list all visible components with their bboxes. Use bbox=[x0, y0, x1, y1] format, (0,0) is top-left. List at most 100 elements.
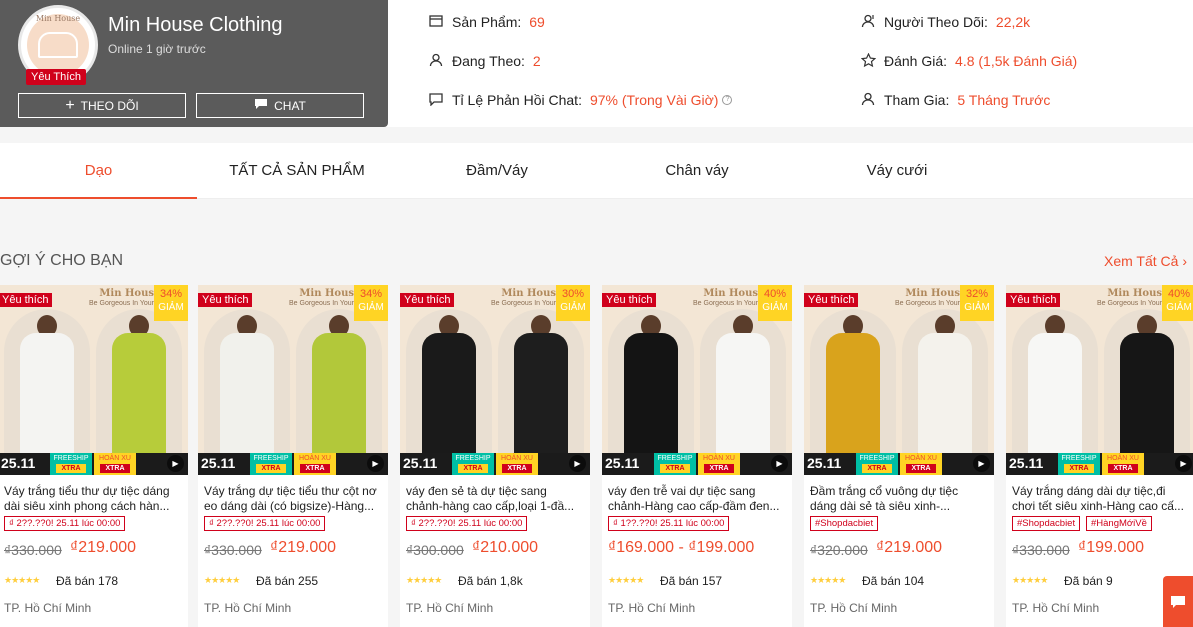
stat-chat-value: 97% (Trong Vài Giờ) bbox=[589, 92, 719, 108]
product-card[interactable]: Min Hous Be Gorgeous In Your Yêu thích 3… bbox=[400, 285, 590, 627]
product-name[interactable]: Váy trắng dáng dài dự tiệc,đi chơi tết s… bbox=[1012, 484, 1190, 514]
see-all-link[interactable]: Xem Tất Cả › bbox=[1104, 253, 1187, 269]
chat-button[interactable]: CHAT bbox=[196, 93, 364, 118]
tab-chan-vay[interactable]: Chân váy bbox=[597, 143, 797, 199]
discount-badge: 32% GIẢM bbox=[960, 285, 994, 321]
discount-text: GIẢM bbox=[964, 302, 990, 313]
rating-stars-icon: ★★★★★ bbox=[608, 575, 644, 585]
promo-date: 25.11 bbox=[201, 455, 236, 471]
discount-badge: 40% GIẢM bbox=[1162, 285, 1193, 321]
stat-followers-value: 22,2k bbox=[995, 14, 1031, 30]
section-title: GỢI Ý CHO BẠN bbox=[0, 252, 124, 269]
tab-all-products[interactable]: TẤT CẢ SẢN PHẨM bbox=[197, 143, 397, 199]
product-image[interactable]: Min Hous Be Gorgeous In Your Yêu thích 3… bbox=[400, 285, 590, 475]
product-tag: ₫ 2??.??0! 25.11 lúc 00:00 bbox=[204, 516, 326, 531]
hoanxu-badge: HOÀN XU XTRA bbox=[1102, 453, 1144, 475]
promo-strip: 25.11 FREESHIP XTRA HOÀN XU XTRA bbox=[602, 453, 792, 475]
play-icon[interactable]: ▶ bbox=[167, 455, 184, 472]
xtra-text: XTRA bbox=[56, 464, 86, 473]
play-icon[interactable]: ▶ bbox=[367, 455, 384, 472]
freeship-badge: FREESHIP XTRA bbox=[250, 453, 292, 475]
freeship-text: FREESHIP bbox=[455, 455, 491, 462]
freeship-text: FREESHIP bbox=[657, 455, 693, 462]
stat-products-value: 69 bbox=[529, 14, 545, 30]
tab-vay-cuoi[interactable]: Váy cưới bbox=[797, 143, 997, 199]
freeship-text: FREESHIP bbox=[1061, 455, 1097, 462]
price-current: ₫219.000 bbox=[270, 539, 337, 556]
discount-value: 34% bbox=[159, 288, 183, 300]
discount-badge: 40% GIẢM bbox=[758, 285, 792, 321]
play-icon[interactable]: ▶ bbox=[569, 455, 586, 472]
hoanxu-text: HOÀN XU bbox=[501, 455, 533, 462]
tab-dam-vay[interactable]: Đầm/Váy bbox=[397, 143, 597, 199]
discount-text: GIẢM bbox=[158, 302, 184, 313]
product-card[interactable]: Min Hous Be Gorgeous In Your Yêu thích 3… bbox=[804, 285, 994, 627]
play-icon[interactable]: ▶ bbox=[1175, 455, 1192, 472]
xtra-text: XTRA bbox=[1108, 464, 1138, 473]
stat-joined-label: Tham Gia: bbox=[884, 92, 950, 108]
favorite-label: Yêu thích bbox=[1006, 293, 1061, 307]
discount-badge: 34% GIẢM bbox=[154, 285, 188, 321]
discount-text: GIẢM bbox=[358, 302, 384, 313]
product-name[interactable]: Váy trắng dự tiệc tiểu thư cột nơ eo dán… bbox=[204, 484, 382, 514]
chat-fab[interactable] bbox=[1163, 576, 1193, 627]
brand-watermark: Min Hous bbox=[501, 288, 556, 299]
shop-icon bbox=[428, 14, 444, 30]
price-current: ₫169.000 - ₫199.000 bbox=[608, 539, 755, 556]
follow-label: THEO DÕI bbox=[80, 98, 139, 113]
dress-shape bbox=[1028, 333, 1082, 459]
product-image[interactable]: Min Hous Be Gorgeous In Your Yêu thích 4… bbox=[602, 285, 792, 475]
product-name[interactable]: váy đen trễ vai dự tiệc sang chảnh-Hàng … bbox=[608, 484, 786, 514]
help-icon[interactable]: ? bbox=[722, 95, 733, 105]
price-current: ₫210.000 bbox=[472, 539, 539, 556]
see-all-label: Xem Tất Cả bbox=[1104, 253, 1179, 269]
hoanxu-badge: HOÀN XU XTRA bbox=[900, 453, 942, 475]
chat-label: CHAT bbox=[274, 98, 306, 113]
chat-bubble-icon bbox=[254, 98, 268, 113]
sold-count: Đã bán 9 bbox=[1064, 574, 1113, 588]
xtra-text: XTRA bbox=[1064, 464, 1094, 473]
dress-shape bbox=[1120, 333, 1174, 459]
product-name[interactable]: váy đen sẻ tà dự tiệc sang chảnh-hàng ca… bbox=[406, 484, 584, 514]
shop-online-status: Online 1 giờ trước bbox=[108, 42, 206, 56]
dress-shape bbox=[312, 333, 366, 459]
hoanxu-badge: HOÀN XU XTRA bbox=[496, 453, 538, 475]
promo-strip: 25.11 FREESHIP XTRA HOÀN XU XTRA bbox=[1006, 453, 1193, 475]
favorite-badge: Yêu Thích bbox=[26, 69, 86, 85]
play-icon[interactable]: ▶ bbox=[771, 455, 788, 472]
product-name[interactable]: Váy trắng tiểu thư dự tiệc dáng dài siêu… bbox=[4, 484, 182, 514]
play-icon[interactable]: ▶ bbox=[973, 455, 990, 472]
discount-badge: 30% GIẢM bbox=[556, 285, 590, 321]
xtra-text: XTRA bbox=[704, 464, 734, 473]
sold-count: Đã bán 255 bbox=[256, 574, 319, 588]
price-original: ₫330.000 bbox=[1012, 542, 1070, 558]
tab-dao[interactable]: Dạo bbox=[0, 143, 197, 199]
product-image[interactable]: Min Hous Be Gorgeous In Your Yêu thích 3… bbox=[0, 285, 188, 475]
hoanxu-badge: HOÀN XU XTRA bbox=[294, 453, 336, 475]
stat-following-label: Đang Theo: bbox=[452, 53, 525, 69]
dress-shape bbox=[514, 333, 568, 459]
product-card[interactable]: Min Hous Be Gorgeous In Your Yêu thích 3… bbox=[0, 285, 188, 627]
dress-shape bbox=[624, 333, 678, 459]
product-tag: #Shopdacbiet bbox=[810, 516, 879, 531]
xtra-text: XTRA bbox=[906, 464, 936, 473]
product-image[interactable]: Min Hous Be Gorgeous In Your Yêu thích 4… bbox=[1006, 285, 1193, 475]
promo-date: 25.11 bbox=[403, 455, 438, 471]
follow-button[interactable]: + THEO DÕI bbox=[18, 93, 186, 118]
chevron-right-icon: › bbox=[1182, 253, 1187, 269]
hoanxu-badge: HOÀN XU XTRA bbox=[698, 453, 740, 475]
discount-value: 34% bbox=[359, 288, 383, 300]
product-card[interactable]: Min Hous Be Gorgeous In Your Yêu thích 3… bbox=[198, 285, 388, 627]
shop-card: Min House Yêu Thích Min House Clothing O… bbox=[0, 0, 388, 127]
stat-followers: Người Theo Dõi: 22,2k bbox=[860, 14, 1030, 30]
product-image[interactable]: Min Hous Be Gorgeous In Your Yêu thích 3… bbox=[804, 285, 994, 475]
rating-stars-icon: ★★★★★ bbox=[406, 575, 442, 585]
promo-strip: 25.11 FREESHIP XTRA HOÀN XU XTRA bbox=[0, 453, 188, 475]
hoanxu-badge: HOÀN XU XTRA bbox=[94, 453, 136, 475]
product-card[interactable]: Min Hous Be Gorgeous In Your Yêu thích 4… bbox=[602, 285, 792, 627]
hoanxu-text: HOÀN XU bbox=[1107, 455, 1139, 462]
product-name[interactable]: Đầm trắng cổ vuông dự tiệc dáng dài sẻ t… bbox=[810, 484, 988, 514]
rating-stars-icon: ★★★★★ bbox=[204, 575, 240, 585]
brand-watermark: Min Hous bbox=[299, 288, 354, 299]
product-image[interactable]: Min Hous Be Gorgeous In Your Yêu thích 3… bbox=[198, 285, 388, 475]
